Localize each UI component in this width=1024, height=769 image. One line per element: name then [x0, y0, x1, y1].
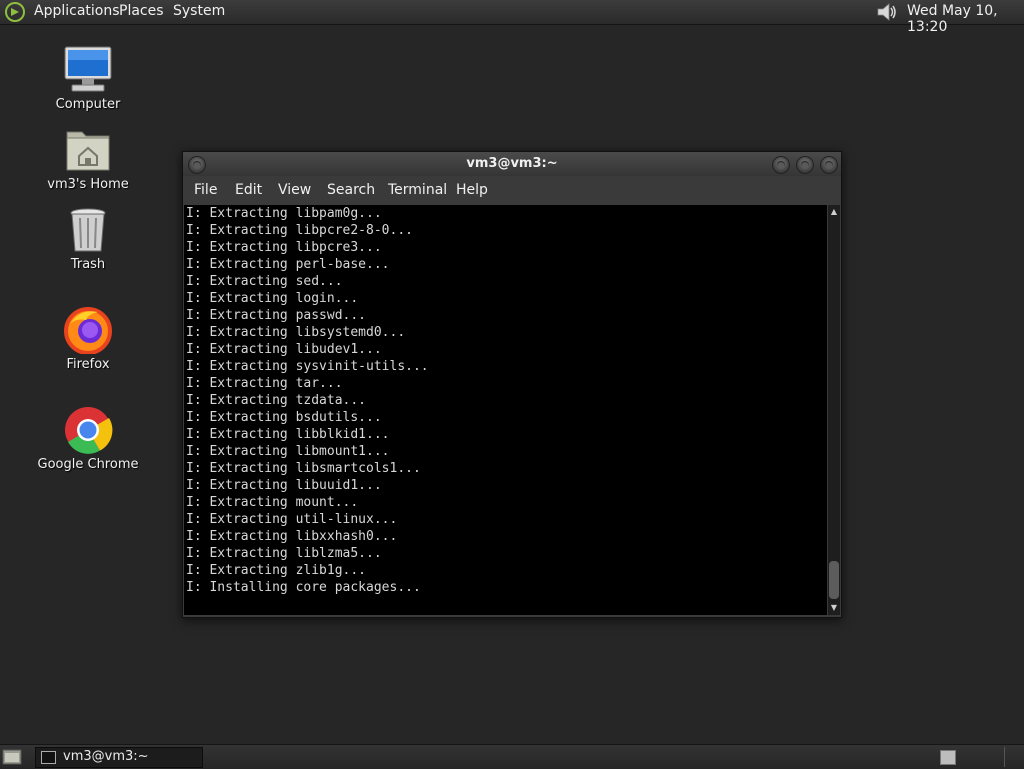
terminal-line: I: Extracting perl-base...: [186, 257, 390, 272]
terminal-line: I: Extracting sysvinit-utils...: [186, 359, 429, 374]
terminal-line: I: Extracting libudev1...: [186, 342, 382, 357]
terminal-line: I: Extracting bsdutils...: [186, 410, 382, 425]
terminal-line: I: Extracting libblkid1...: [186, 427, 390, 442]
terminal-text: I: Extracting libpam0g... I: Extracting l…: [186, 205, 429, 596]
bottom-panel: vm3@vm3:~: [0, 744, 1024, 769]
terminal-line: I: Extracting libsmartcols1...: [186, 461, 421, 476]
terminal-output[interactable]: I: Extracting libpam0g... I: Extracting l…: [184, 205, 827, 615]
menu-help[interactable]: Help: [456, 182, 488, 198]
desktop-icon-computer[interactable]: Computer: [28, 46, 148, 112]
scroll-up-arrow-icon[interactable]: ▲: [828, 205, 840, 219]
terminal-line: I: Extracting mount...: [186, 495, 359, 510]
distro-logo-icon[interactable]: [4, 1, 26, 23]
show-desktop-icon[interactable]: [2, 748, 22, 766]
home-folder-icon: [66, 131, 110, 171]
terminal-line: I: Extracting sed...: [186, 274, 343, 289]
terminal-line: I: Extracting tar...: [186, 376, 343, 391]
terminal-line: I: Extracting liblzma5...: [186, 546, 382, 561]
volume-icon[interactable]: [875, 1, 899, 23]
terminal-line: I: Extracting util-linux...: [186, 512, 398, 527]
workspace-switcher[interactable]: [940, 750, 956, 765]
terminal-line: I: Extracting tzdata...: [186, 393, 367, 408]
desktop-icon-label: Firefox: [66, 357, 110, 372]
minimize-button[interactable]: [772, 156, 790, 174]
window-title: vm3@vm3:~: [466, 156, 558, 171]
chrome-icon: [65, 407, 113, 454]
desktop-icon-label: vm3's Home: [47, 177, 129, 192]
desktop-icon-label: Trash: [70, 257, 106, 272]
terminal-menubar: File Edit View Search Terminal Help: [183, 176, 841, 204]
terminal-line: I: Extracting libpam0g...: [186, 206, 382, 221]
terminal-line: I: Extracting zlib1g...: [186, 563, 367, 578]
maximize-button[interactable]: [796, 156, 814, 174]
scroll-down-arrow-icon[interactable]: ▼: [828, 601, 840, 615]
desktop-icon-home[interactable]: vm3's Home: [28, 126, 148, 192]
desktop-icon-firefox[interactable]: Firefox: [28, 306, 148, 372]
vertical-scrollbar[interactable]: ▲ ▼: [828, 205, 840, 615]
terminal-line: I: Extracting passwd...: [186, 308, 367, 323]
desktop-icon-label: Google Chrome: [37, 457, 139, 472]
taskbar-item-terminal[interactable]: vm3@vm3:~: [35, 747, 203, 768]
desktop-icon-trash[interactable]: Trash: [28, 206, 148, 272]
menu-view[interactable]: View: [278, 182, 311, 198]
terminal-line: I: Extracting libpcre2-8-0...: [186, 223, 413, 238]
computer-icon: [64, 46, 112, 92]
terminal-line: I: Extracting libpcre3...: [186, 240, 382, 255]
menu-system[interactable]: System: [173, 3, 225, 19]
terminal-line: I: Extracting libxxhash0...: [186, 529, 398, 544]
terminal-window[interactable]: vm3@vm3:~ File Edit View Search Terminal…: [182, 151, 842, 618]
top-panel: Applications Places System Wed May 10, 1…: [0, 0, 1024, 35]
clock[interactable]: Wed May 10, 13:20: [907, 3, 1024, 35]
terminal-line: I: Extracting libmount1...: [186, 444, 390, 459]
terminal-line: I: Extracting libuuid1...: [186, 478, 382, 493]
menu-search[interactable]: Search: [327, 182, 375, 198]
menu-terminal[interactable]: Terminal: [388, 182, 447, 198]
terminal-line: I: Extracting libsystemd0...: [186, 325, 406, 340]
desktop-icon-label: Computer: [55, 97, 121, 112]
window-titlebar[interactable]: vm3@vm3:~: [183, 152, 841, 176]
terminal-line: I: Extracting login...: [186, 291, 359, 306]
trash-icon: [70, 208, 106, 252]
scrollbar-thumb[interactable]: [829, 561, 839, 599]
terminal-line: I: Installing core packages...: [186, 580, 421, 595]
panel-separator: [1004, 747, 1005, 767]
menu-applications[interactable]: Applications: [34, 3, 120, 19]
menu-places[interactable]: Places: [119, 3, 164, 19]
menu-edit[interactable]: Edit: [235, 182, 262, 198]
taskbar-item-label: vm3@vm3:~: [63, 749, 149, 764]
menu-file[interactable]: File: [194, 182, 217, 198]
desktop-icon-chrome[interactable]: Google Chrome: [28, 406, 148, 472]
terminal-icon: [41, 751, 56, 764]
firefox-icon: [64, 307, 112, 354]
close-button[interactable]: [820, 156, 838, 174]
